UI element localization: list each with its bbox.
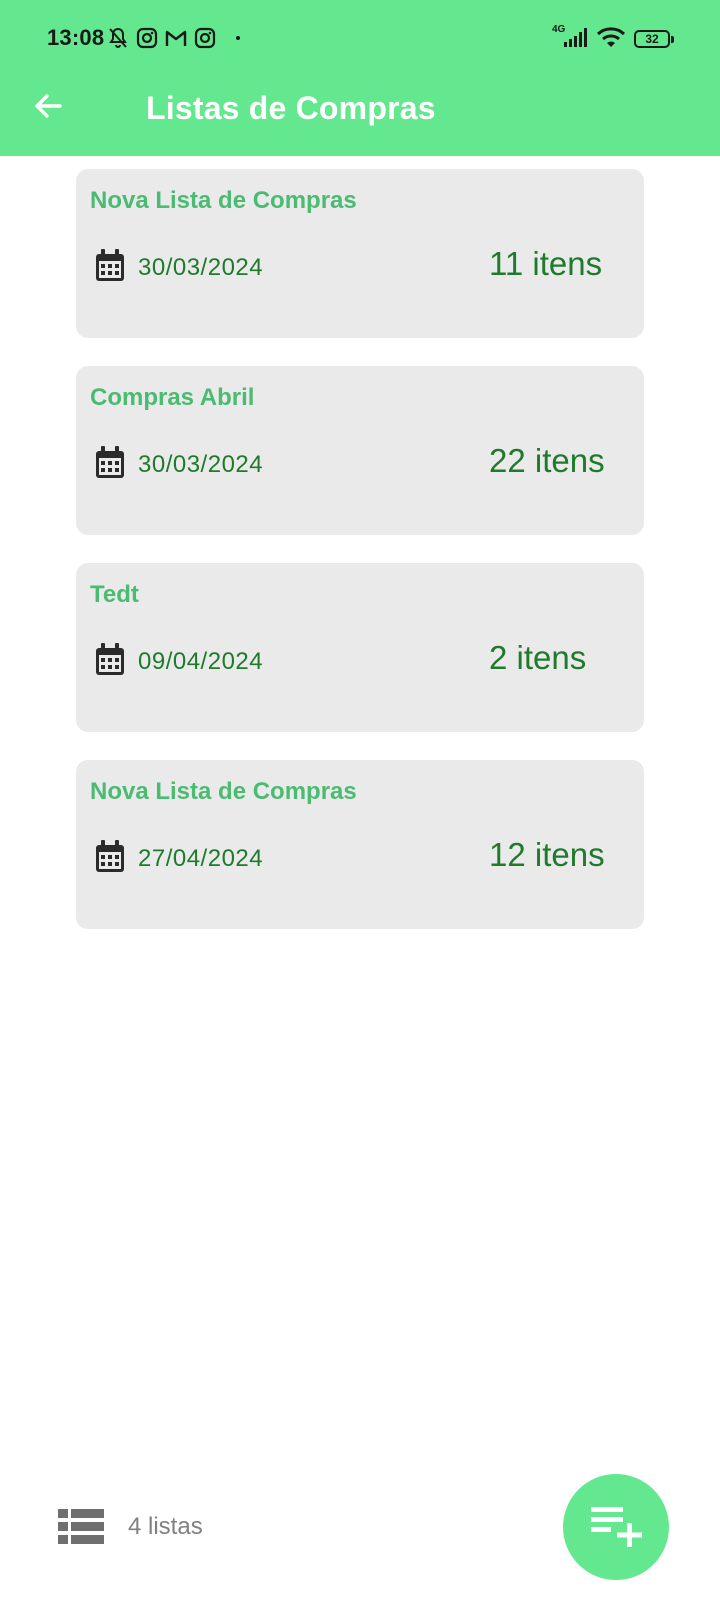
network-type: 4G: [552, 23, 566, 35]
list-name: Nova Lista de Compras: [90, 778, 357, 805]
calendar-icon: [94, 840, 126, 874]
list-item-count: 2 itens: [489, 639, 587, 676]
arrow-back-icon: [32, 90, 64, 127]
instagram-icon: [194, 27, 216, 49]
back-button[interactable]: [26, 86, 70, 130]
notifications-off-icon: [106, 26, 130, 50]
battery-icon: 32: [634, 30, 674, 48]
shopping-list-card[interactable]: Compras Abril 30/03/2024 22 itens: [76, 366, 644, 535]
page-title: Listas de Compras: [146, 90, 436, 126]
list-item-count: 22 itens: [489, 442, 605, 479]
add-list-button[interactable]: [563, 1474, 669, 1580]
status-notification-icons: [106, 26, 240, 50]
app-bar: 13:08 4G 32 Listas de Compras: [0, 0, 720, 156]
shopping-list-list: Nova Lista de Compras 30/03/2024 11 iten…: [76, 169, 644, 957]
list-name: Nova Lista de Compras: [90, 187, 357, 214]
signal-icon: 4G: [552, 24, 588, 53]
instagram-icon: [136, 27, 158, 49]
shopping-list-card[interactable]: Nova Lista de Compras 30/03/2024 11 iten…: [76, 169, 644, 338]
gmail-icon: [164, 27, 188, 49]
playlist-add-icon: [587, 1501, 645, 1554]
list-view-icon: [58, 1509, 104, 1545]
list-name: Tedt: [90, 581, 139, 608]
list-date: 30/03/2024: [138, 451, 264, 478]
shopping-list-card[interactable]: Tedt 09/04/2024 2 itens: [76, 563, 644, 732]
list-item-count: 11 itens: [489, 245, 603, 282]
list-date: 27/04/2024: [138, 845, 264, 872]
calendar-icon: [94, 643, 126, 677]
calendar-icon: [94, 249, 126, 283]
battery-level: 32: [645, 32, 659, 46]
calendar-icon: [94, 446, 126, 480]
list-item-count: 12 itens: [489, 836, 605, 873]
more-notifications-dot: [236, 36, 240, 40]
list-name: Compras Abril: [90, 384, 255, 411]
wifi-icon: [596, 25, 626, 54]
shopping-list-card[interactable]: Nova Lista de Compras 27/04/2024 12 iten…: [76, 760, 644, 929]
status-time: 13:08: [47, 25, 105, 50]
status-bar: 13:08 4G 32: [0, 0, 720, 78]
list-date: 09/04/2024: [138, 648, 264, 675]
list-date: 30/03/2024: [138, 254, 264, 281]
status-system-icons: 4G 32: [552, 24, 674, 54]
list-count: 4 listas: [128, 1513, 203, 1540]
